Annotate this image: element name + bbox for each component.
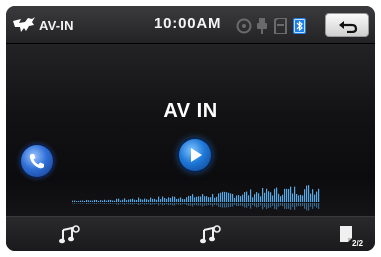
clock: 10:00AM [154, 15, 222, 32]
app-title: AV-IN [39, 18, 74, 33]
music-note-icon[interactable] [200, 225, 222, 245]
page-icon[interactable] [339, 225, 353, 243]
status-bar: AV-IN 10:00AM [6, 6, 375, 44]
bottom-bar: 2/2 [6, 216, 375, 251]
phone-icon [29, 154, 44, 169]
audio-waveform [72, 185, 320, 211]
sd-card-icon [274, 18, 287, 34]
music-note-icon[interactable] [59, 225, 81, 245]
back-button[interactable] [325, 13, 369, 37]
source-title: AV IN [163, 100, 218, 122]
app-window: AV-IN 10:00AM AV IN 2/2 [6, 6, 375, 251]
disc-icon [236, 18, 252, 34]
play-button[interactable] [179, 139, 211, 171]
bluetooth-icon [293, 18, 306, 34]
pegasus-logo-icon [13, 17, 35, 32]
phone-button[interactable] [21, 145, 53, 177]
page-indicator: 2/2 [352, 239, 364, 248]
back-arrow-icon [339, 21, 358, 33]
play-icon [191, 148, 202, 162]
usb-icon [257, 18, 267, 34]
